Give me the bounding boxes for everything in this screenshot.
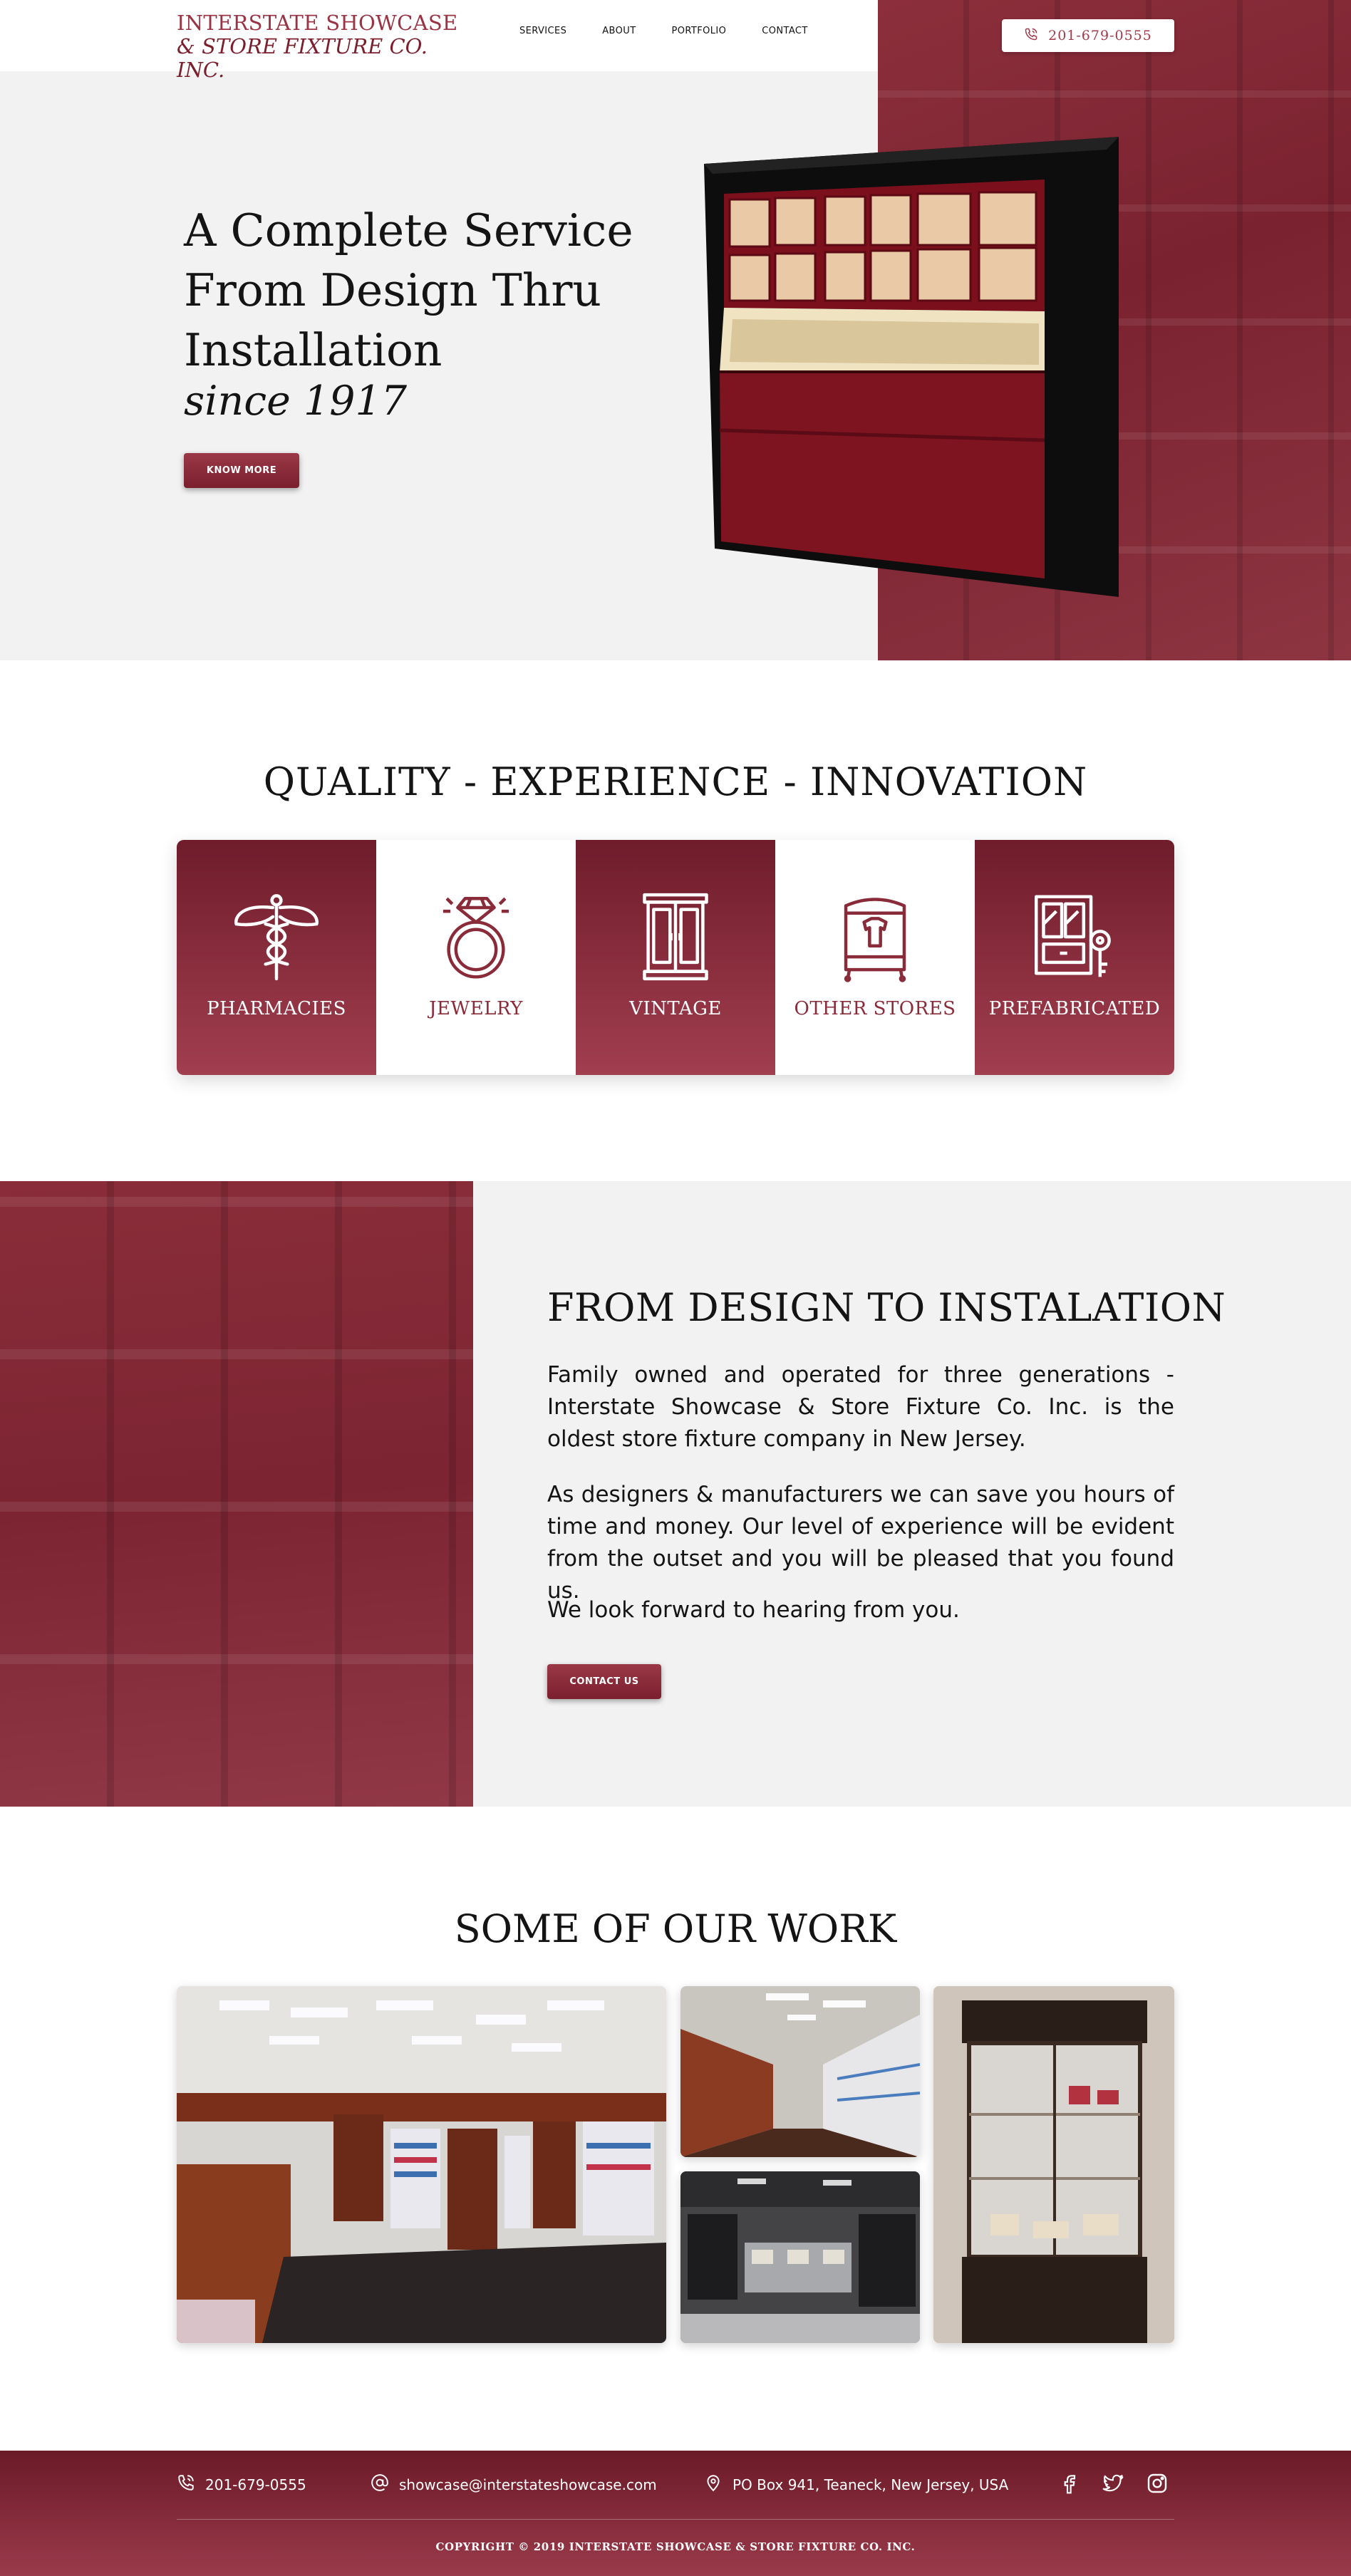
work-heading: SOME OF OUR WORK <box>454 1906 897 1951</box>
category-cards: PHARMACIES JEWELRY VINTAGE OTHER STORES … <box>177 840 1174 1075</box>
phone-icon <box>177 2473 195 2496</box>
design-heading: FROM DESIGN TO INSTALATION <box>547 1285 1226 1330</box>
hero-section: INTERSTATE SHOWCASE & STORE FIXTURE CO. … <box>0 0 1351 660</box>
hero-subtitle: since 1917 <box>184 378 408 425</box>
nav-about[interactable]: ABOUT <box>602 26 636 36</box>
card-label-pharmacies: PHARMACIES <box>207 998 346 1019</box>
work-photo-jewelry-store[interactable] <box>680 2171 920 2343</box>
card-label-vintage: VINTAGE <box>629 998 722 1019</box>
main-nav: SERVICES ABOUT PORTFOLIO CONTACT <box>519 26 808 36</box>
logo-line-2: & STORE FIXTURE CO. INC. <box>177 34 428 82</box>
location-pin-icon <box>704 2473 723 2496</box>
twitter-icon[interactable] <box>1102 2472 1124 2495</box>
nav-services[interactable]: SERVICES <box>519 26 566 36</box>
design-paragraph-2: As designers & manufacturers we can save… <box>547 1482 1174 1604</box>
footer-email[interactable]: showcase@interstateshowcase.com <box>371 2473 657 2496</box>
footer-address: PO Box 941, Teaneck, New Jersey, USA <box>704 2473 1008 2496</box>
at-icon <box>371 2473 389 2496</box>
footer-phone[interactable]: 201-679-0555 <box>177 2473 306 2496</box>
know-more-button[interactable]: KNOW MORE <box>184 453 299 488</box>
logo[interactable]: INTERSTATE SHOWCASE & STORE FIXTURE CO. … <box>177 11 476 82</box>
facebook-icon[interactable] <box>1057 2472 1080 2495</box>
footer-divider <box>177 2519 1174 2520</box>
work-photo-aisle[interactable] <box>680 1986 920 2157</box>
design-section: FROM DESIGN TO INSTALATION Family owned … <box>0 1181 1351 1807</box>
phone-icon <box>1024 27 1038 45</box>
header-phone-button[interactable]: 201-679-0555 <box>1002 19 1174 52</box>
design-paragraph-3: We look forward to hearing from you. <box>547 1597 960 1623</box>
footer-phone-text: 201-679-0555 <box>205 2476 306 2493</box>
caduceus-icon <box>234 894 319 981</box>
contact-us-button[interactable]: CONTACT US <box>547 1664 661 1699</box>
wardrobe-icon <box>844 898 906 982</box>
footer-address-text: PO Box 941, Teaneck, New Jersey, USA <box>733 2476 1009 2493</box>
logo-line-1: INTERSTATE SHOWCASE <box>177 11 458 35</box>
footer: 201-679-0555 showcase@interstateshowcase… <box>0 2451 1351 2576</box>
card-vintage[interactable]: VINTAGE <box>576 840 775 1075</box>
card-label-prefabricated: PREFABRICATED <box>988 998 1161 1019</box>
social-links <box>1057 2472 1169 2495</box>
card-pharmacies[interactable]: PHARMACIES <box>177 840 376 1075</box>
quality-heading: QUALITY - EXPERIENCE - INNOVATION <box>263 759 1088 804</box>
instagram-icon[interactable] <box>1146 2472 1169 2495</box>
card-other-stores[interactable]: OTHER STORES <box>775 840 975 1075</box>
cabinet-icon <box>643 893 708 981</box>
copyright-text: COPYRIGHT © 2019 INTERSTATE SHOWCASE & S… <box>435 2540 916 2553</box>
key-cabinet-icon <box>1035 895 1111 977</box>
hero-title: A Complete Service From Design Thru Inst… <box>184 204 633 376</box>
work-photo-pharmacy[interactable] <box>177 1986 666 2343</box>
nav-contact[interactable]: CONTACT <box>762 26 807 36</box>
ring-icon <box>442 897 509 979</box>
design-paragraph-1: Family owned and operated for three gene… <box>547 1362 1174 1452</box>
card-label-other-stores: OTHER STORES <box>794 998 956 1019</box>
store-interior-image <box>0 1181 473 1807</box>
showcase-cabinet-image <box>704 137 1119 597</box>
footer-email-text: showcase@interstateshowcase.com <box>399 2476 657 2493</box>
header-phone-number: 201-679-0555 <box>1048 28 1152 43</box>
nav-portfolio[interactable]: PORTFOLIO <box>672 26 727 36</box>
card-prefabricated[interactable]: PREFABRICATED <box>975 840 1174 1075</box>
card-label-jewelry: JEWELRY <box>429 998 523 1019</box>
work-photo-showcase[interactable] <box>933 1986 1174 2343</box>
card-jewelry[interactable]: JEWELRY <box>376 840 576 1075</box>
